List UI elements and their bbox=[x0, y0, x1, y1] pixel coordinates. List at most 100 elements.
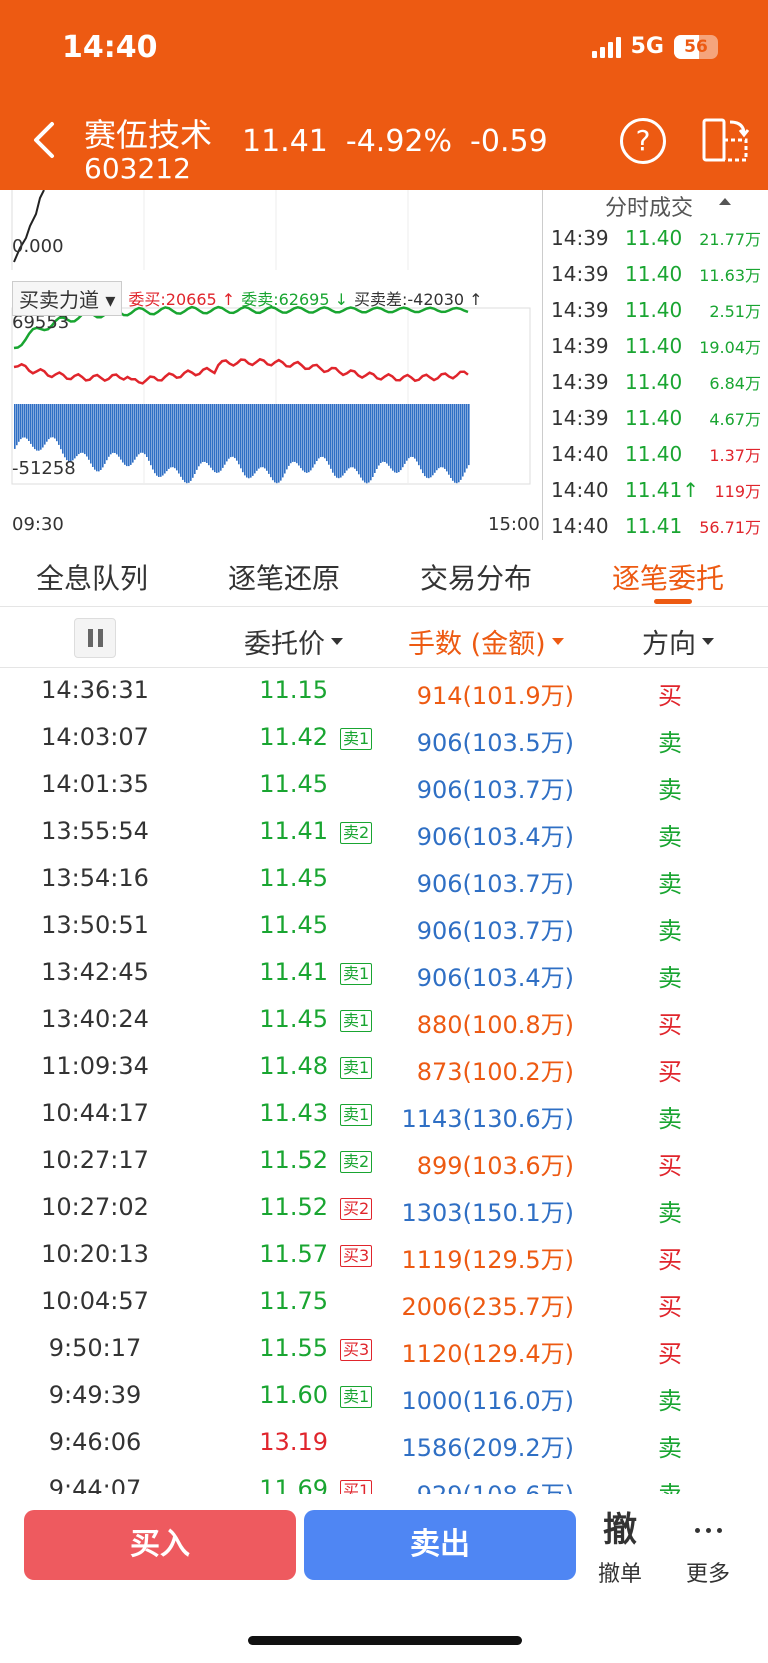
diff-bar bbox=[396, 404, 398, 473]
order-row[interactable]: 10:27:17 11.52 卖2 899(103.6万) 买 bbox=[0, 1138, 768, 1185]
diff-bar bbox=[156, 404, 158, 476]
order-row[interactable]: 13:42:45 11.41 卖1 906(103.4万) 卖 bbox=[0, 950, 768, 997]
tick-list[interactable]: 分时成交 14:39 11.40 21.77万 14:39 11.40 11.63万 14:… bbox=[543, 190, 768, 540]
pause-button[interactable] bbox=[74, 618, 116, 658]
diff-bar bbox=[180, 404, 182, 477]
diff-bar bbox=[68, 404, 70, 462]
order-direction: 卖 bbox=[658, 1387, 682, 1415]
diff-bar bbox=[456, 404, 458, 484]
diff-bar bbox=[194, 404, 196, 474]
diff-bar bbox=[430, 404, 432, 478]
order-row[interactable]: 13:50:51 11.45 906(103.7万) 卖 bbox=[0, 903, 768, 950]
diff-bar bbox=[102, 404, 104, 468]
order-list[interactable]: 14:36:31 11.15 914(101.9万) 买 14:03:07 11.42 卖1… bbox=[0, 668, 768, 1494]
tab-tick-restore[interactable]: 逐笔还原 bbox=[228, 557, 340, 597]
diff-bar bbox=[170, 404, 172, 468]
status-indicators: 5G 56 bbox=[591, 34, 718, 59]
tab-tick-orders[interactable]: 逐笔委托 bbox=[612, 557, 724, 597]
diff-bar bbox=[360, 404, 362, 478]
tick-price: 11.40 bbox=[625, 406, 683, 430]
order-price: 13.19 bbox=[259, 1428, 328, 1456]
help-icon[interactable]: ? bbox=[620, 118, 666, 164]
order-level-badge: 买3 bbox=[340, 1245, 373, 1267]
diff-bar bbox=[144, 404, 146, 455]
more-button[interactable]: 更多 bbox=[668, 1508, 748, 1588]
diff-bar bbox=[16, 404, 18, 446]
order-row[interactable]: 13:40:24 11.45 卖1 880(100.8万) 买 bbox=[0, 997, 768, 1044]
diff-bar bbox=[296, 404, 298, 464]
intraday-chart[interactable]: 0.000 69553 -51258 09:30 15:00 bbox=[0, 190, 542, 540]
diff-bar bbox=[340, 404, 342, 478]
order-row[interactable]: 9:50:17 11.55 买3 1120(129.4万) 买 bbox=[0, 1326, 768, 1373]
active-tab-indicator bbox=[654, 599, 692, 604]
order-direction: 买 bbox=[658, 1246, 682, 1274]
tick-price: 11.40 bbox=[625, 442, 683, 466]
order-level-badge: 买1 bbox=[340, 1480, 373, 1494]
order-row[interactable]: 10:44:17 11.43 卖1 1143(130.6万) 卖 bbox=[0, 1091, 768, 1138]
indicator-select[interactable]: 买卖力道 ▾ bbox=[12, 280, 123, 316]
tick-time: 14:39 bbox=[551, 226, 609, 250]
diff-bar bbox=[84, 404, 86, 455]
diff-bar bbox=[464, 404, 466, 473]
buy-button[interactable]: 买入 bbox=[24, 1510, 296, 1580]
column-volume[interactable]: 手数 (金额) bbox=[408, 622, 564, 661]
order-row[interactable]: 9:44:07 11.69 买1 929(108.6万) 卖 bbox=[0, 1467, 768, 1494]
diff-bar bbox=[114, 404, 116, 453]
order-volume: 929(108.6万) bbox=[417, 1475, 574, 1494]
diff-bar bbox=[134, 404, 136, 460]
diff-bar bbox=[152, 404, 154, 470]
tab-level2-queue[interactable]: 全息队列 bbox=[36, 557, 148, 597]
tick-volume: 119万 bbox=[714, 482, 761, 501]
sort-caret-icon bbox=[702, 638, 714, 645]
diff-bar bbox=[442, 404, 444, 468]
diff-bar bbox=[242, 404, 244, 473]
diff-bar bbox=[176, 404, 178, 471]
diff-bar bbox=[272, 404, 274, 481]
order-direction: 卖 bbox=[658, 729, 682, 757]
order-row[interactable]: 10:20:13 11.57 买3 1119(129.5万) 买 bbox=[0, 1232, 768, 1279]
diff-bar bbox=[428, 404, 430, 479]
diff-bar bbox=[276, 404, 278, 484]
diff-bar bbox=[312, 404, 314, 468]
tick-row: 14:39 11.40 21.77万 bbox=[551, 220, 761, 256]
diff-bar bbox=[310, 404, 312, 471]
diff-bar bbox=[420, 404, 422, 470]
column-price[interactable]: 委托价 bbox=[244, 622, 343, 661]
order-row[interactable]: 14:01:35 11.45 906(103.7万) 卖 bbox=[0, 762, 768, 809]
cancel-order-button[interactable]: 撤 撤单 bbox=[580, 1508, 660, 1588]
order-row[interactable]: 11:09:34 11.48 卖1 873(100.2万) 买 bbox=[0, 1044, 768, 1091]
order-row[interactable]: 10:04:57 11.75 2006(235.7万) 买 bbox=[0, 1279, 768, 1326]
tick-time: 14:39 bbox=[551, 298, 609, 322]
diff-bar bbox=[344, 404, 346, 474]
order-row[interactable]: 13:55:54 11.41 卖2 906(103.4万) 卖 bbox=[0, 809, 768, 856]
tick-row: 14:39 11.40 4.67万 bbox=[551, 400, 761, 436]
column-direction[interactable]: 方向 bbox=[642, 622, 714, 661]
diff-bar bbox=[34, 404, 36, 450]
back-arrow-icon[interactable] bbox=[28, 118, 58, 162]
order-row[interactable]: 14:36:31 11.15 914(101.9万) 买 bbox=[0, 668, 768, 715]
diff-bar bbox=[200, 404, 202, 464]
landscape-switch-icon[interactable] bbox=[700, 116, 750, 166]
diff-bar bbox=[88, 404, 90, 460]
diff-bar bbox=[190, 404, 192, 481]
diff-bar bbox=[300, 404, 302, 469]
order-row[interactable]: 9:49:39 11.60 卖1 1000(116.0万) 卖 bbox=[0, 1373, 768, 1420]
diff-bar bbox=[80, 404, 82, 453]
diff-bar bbox=[332, 404, 334, 473]
column-price-label: 委托价 bbox=[244, 629, 325, 660]
diff-bar bbox=[398, 404, 400, 473]
diff-bar bbox=[394, 404, 396, 473]
order-row[interactable]: 10:27:02 11.52 买2 1303(150.1万) 卖 bbox=[0, 1185, 768, 1232]
order-row[interactable]: 13:54:16 11.45 906(103.7万) 卖 bbox=[0, 856, 768, 903]
network-label: 5G bbox=[630, 34, 664, 59]
order-row[interactable]: 14:03:07 11.42 卖1 906(103.5万) 卖 bbox=[0, 715, 768, 762]
order-row[interactable]: 9:46:06 13.19 1586(209.2万) 卖 bbox=[0, 1420, 768, 1467]
sell-button[interactable]: 卖出 bbox=[304, 1510, 576, 1580]
diff-bar bbox=[146, 404, 148, 457]
order-price: 11.55 bbox=[259, 1334, 328, 1362]
tab-trade-distribution[interactable]: 交易分布 bbox=[420, 557, 532, 597]
order-direction: 买 bbox=[658, 1152, 682, 1180]
diff-bar bbox=[400, 404, 402, 471]
sort-caret-icon bbox=[331, 638, 343, 645]
tick-row: 14:39 11.40 2.51万 bbox=[551, 292, 761, 328]
